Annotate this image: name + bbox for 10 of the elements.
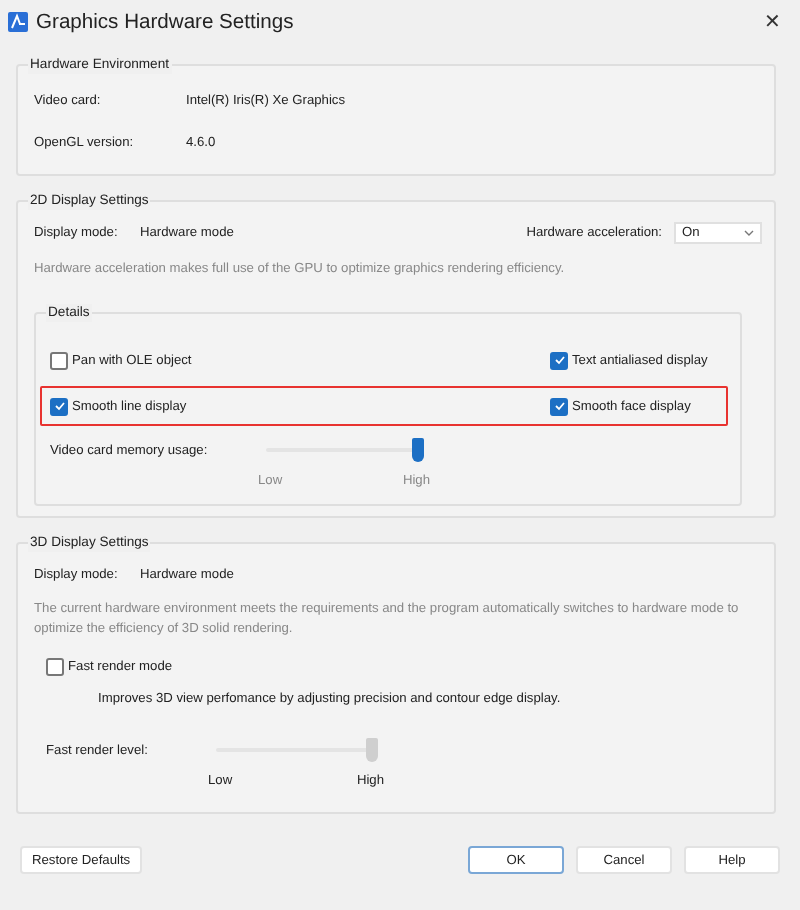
window-title: Graphics Hardware Settings [36,11,296,33]
slider-thumb[interactable] [412,438,424,462]
checkbox[interactable] [550,397,568,415]
close-button[interactable]: ✕ [756,6,788,38]
checkbox[interactable] [46,658,64,676]
chevron-down-icon [744,230,754,236]
checkbox[interactable] [50,351,68,369]
checkbox[interactable] [550,351,568,369]
app-icon [8,12,28,32]
checkbox[interactable] [50,397,68,415]
